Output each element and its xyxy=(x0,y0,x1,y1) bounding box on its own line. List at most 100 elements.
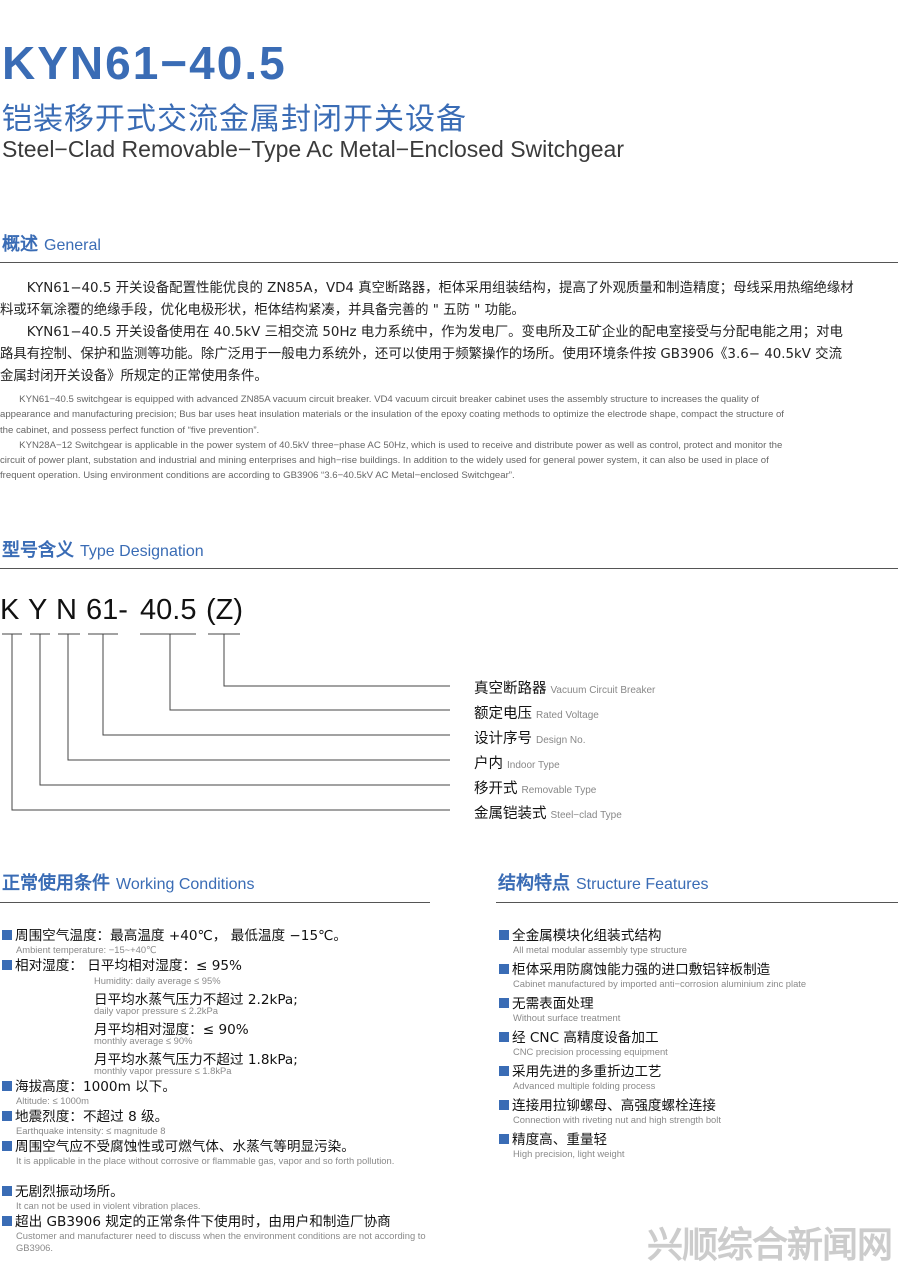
general-cn-line: 金属封闭开关设备》所规定的正常使用条件。 xyxy=(0,369,268,384)
sf-cn-text: 连接用拉铆螺母、高强度螺栓连接 xyxy=(512,1098,716,1114)
wc-en-text: Earthquake intensity: ≤ magnitude 8 xyxy=(16,1125,166,1136)
bullet-square-icon xyxy=(499,998,509,1008)
general-en-text: KYN61−40.5 switchgear is equipped with a… xyxy=(0,392,890,484)
wc-en-text: Altitude: ≤ 1000m xyxy=(16,1095,89,1106)
wc-beyond-gb3906: 超出 GB3906 规定的正常条件下使用时，由用户和制造厂协商 Customer… xyxy=(2,1214,432,1254)
wc-en-text: monthly vapor pressure ≤ 1.8kPa xyxy=(94,1065,232,1076)
bullet-square-icon xyxy=(2,1216,12,1226)
label-cn: 金属铠装式 xyxy=(474,806,547,822)
sf-item: 精度高、重量轻 High precision, light weight xyxy=(499,1132,899,1160)
general-en-line: KYN61−40.5 switchgear is equipped with a… xyxy=(0,394,760,405)
label-en: Vacuum Circuit Breaker xyxy=(550,685,656,696)
code-voltage: 40.5 xyxy=(140,594,197,626)
bullet-square-icon xyxy=(2,930,12,940)
designation-leader-lines xyxy=(2,633,450,811)
label-cn: 设计序号 xyxy=(474,731,532,747)
wc-air: 周围空气应不受腐蚀性或可燃气体、水蒸气等明显污染。 It is applicab… xyxy=(2,1139,432,1167)
wc-humidity: 相对湿度： 日平均相对湿度：≤ 95% Humidity: daily aver… xyxy=(2,958,432,1078)
wc-altitude: 海拔高度：1000m 以下。 Altitude: ≤ 1000m xyxy=(2,1079,432,1107)
wc-earthquake: 地震烈度：不超过 8 级。 Earthquake intensity: ≤ ma… xyxy=(2,1109,432,1137)
wc-en-text: It can not be used in violent vibration … xyxy=(16,1200,201,1211)
general-cn-line: KYN61−40.5 开关设备使用在 40.5kV 三相交流 50Hz 电力系统… xyxy=(0,325,843,340)
general-cn-line: 路具有控制、保护和监测等功能。除广泛用于一般电力系统外，还可以使用于频繁操作的场… xyxy=(0,347,842,362)
designation-label-steelclad: 金属铠装式 Steel−clad Type xyxy=(474,802,622,823)
label-cn: 额定电压 xyxy=(474,706,532,722)
wc-en-text: daily vapor pressure ≤ 2.2kPa xyxy=(94,1005,218,1016)
structure-features-heading: 结构特点 Structure Features xyxy=(498,869,709,895)
sf-en-text: All metal modular assembly type structur… xyxy=(513,944,688,955)
sf-cn-text: 无需表面处理 xyxy=(512,996,594,1012)
bullet-square-icon xyxy=(499,1134,509,1144)
label-en: Rated Voltage xyxy=(536,710,599,721)
sf-item: 采用先进的多重折边工艺 Advanced multiple folding pr… xyxy=(499,1064,899,1092)
sf-en-text: Without surface treatment xyxy=(513,1012,621,1023)
label-en: Design No. xyxy=(536,735,586,746)
designation-label-design: 设计序号 Design No. xyxy=(474,727,585,748)
general-cn-text: KYN61−40.5 开关设备配置性能优良的 ZN85A，VD4 真空断路器，柜… xyxy=(0,278,900,388)
sf-cn-text: 采用先进的多重折边工艺 xyxy=(512,1064,662,1080)
sf-cn-text: 柜体采用防腐蚀能力强的进口敷铝锌板制造 xyxy=(512,962,771,978)
wc-heading-cn: 正常使用条件 xyxy=(2,873,110,894)
model-code: KYN61−40.5 xyxy=(2,37,287,89)
designation-label-indoor: 户内 Indoor Type xyxy=(474,752,560,773)
code-n: N xyxy=(56,594,77,626)
sf-en-text: Cabinet manufactured by imported anti−co… xyxy=(513,978,807,989)
wc-heading-en: Working Conditions xyxy=(116,876,255,893)
label-en: Steel−clad Type xyxy=(550,810,622,821)
wc-en-text: Humidity: daily average ≤ 95% xyxy=(94,975,221,986)
wc-en-text: Customer and manufacturer need to discus… xyxy=(16,1230,426,1253)
general-en-line: the cabinet, and possess perfect functio… xyxy=(0,424,260,436)
general-en-line: frequent operation. Using environment co… xyxy=(0,470,515,482)
code-z: (Z) xyxy=(206,594,244,626)
wc-vibration: 无剧烈振动场所。 It can not be used in violent v… xyxy=(2,1184,432,1212)
wc-en-text: Ambient temperature: −15~+40℃ xyxy=(16,944,157,955)
type-divider xyxy=(0,568,898,569)
sf-en-text: Advanced multiple folding process xyxy=(513,1080,656,1091)
wc-cn-text: 地震烈度：不超过 8 级。 xyxy=(15,1109,169,1125)
general-heading-en: General xyxy=(44,237,101,254)
general-cn-line: KYN61−40.5 开关设备配置性能优良的 ZN85A，VD4 真空断路器，柜… xyxy=(0,281,854,296)
bullet-square-icon xyxy=(2,1141,12,1151)
wc-cn-text: 无剧烈振动场所。 xyxy=(15,1184,124,1200)
label-en: Indoor Type xyxy=(507,760,560,771)
general-divider xyxy=(0,262,898,263)
title-chinese: 铠装移开式交流金属封闭开关设备 xyxy=(2,102,467,137)
label-cn: 移开式 xyxy=(474,781,518,797)
designation-label-voltage: 额定电压 Rated Voltage xyxy=(474,702,599,723)
label-cn: 真空断路器 xyxy=(474,681,547,697)
sf-cn-text: 经 CNC 高精度设备加工 xyxy=(512,1030,659,1046)
sf-item: 无需表面处理 Without surface treatment xyxy=(499,996,899,1024)
general-heading: 概述 General xyxy=(2,230,101,256)
sf-item: 连接用拉铆螺母、高强度螺栓连接 Connection with riveting… xyxy=(499,1098,899,1126)
sf-item: 经 CNC 高精度设备加工 CNC precision processing e… xyxy=(499,1030,899,1058)
bullet-square-icon xyxy=(499,1066,509,1076)
wc-en-text: monthly average ≤ 90% xyxy=(94,1035,193,1046)
general-en-line: KYN28A−12 Switchgear is applicable in th… xyxy=(0,439,783,451)
sf-cn-text: 精度高、重量轻 xyxy=(512,1132,608,1148)
sf-item: 柜体采用防腐蚀能力强的进口敷铝锌板制造 Cabinet manufactured… xyxy=(499,962,899,990)
sf-en-text: Connection with riveting nut and high st… xyxy=(513,1114,721,1125)
bullet-square-icon xyxy=(499,930,509,940)
code-k: K xyxy=(0,594,20,626)
bullet-square-icon xyxy=(2,960,12,970)
designation-label-removable: 移开式 Removable Type xyxy=(474,777,596,798)
wc-cn-text: 海拔高度：1000m 以下。 xyxy=(15,1079,176,1095)
bullet-square-icon xyxy=(499,964,509,974)
sf-divider xyxy=(496,902,898,903)
bullet-square-icon xyxy=(499,1032,509,1042)
wc-cn-text: 超出 GB3906 规定的正常条件下使用时，由用户和制造厂协商 xyxy=(15,1214,391,1230)
label-en: Removable Type xyxy=(521,785,597,796)
wc-en-text: It is applicable in the place without co… xyxy=(16,1155,395,1166)
type-heading-cn: 型号含义 xyxy=(2,540,74,561)
sf-item: 全金属模块化组装式结构 All metal modular assembly t… xyxy=(499,928,899,956)
sf-en-text: High precision, light weight xyxy=(513,1148,625,1159)
bullet-square-icon xyxy=(2,1081,12,1091)
general-en-line: circuit of power plant, substation and i… xyxy=(0,455,769,467)
wc-divider xyxy=(0,902,430,903)
bullet-square-icon xyxy=(499,1100,509,1110)
designation-label-vcb: 真空断路器 Vacuum Circuit Breaker xyxy=(474,677,655,698)
sf-heading-cn: 结构特点 xyxy=(498,873,570,894)
sf-en-text: CNC precision processing equipment xyxy=(513,1046,668,1057)
general-heading-cn: 概述 xyxy=(2,234,38,255)
code-number: 61- xyxy=(86,594,128,626)
